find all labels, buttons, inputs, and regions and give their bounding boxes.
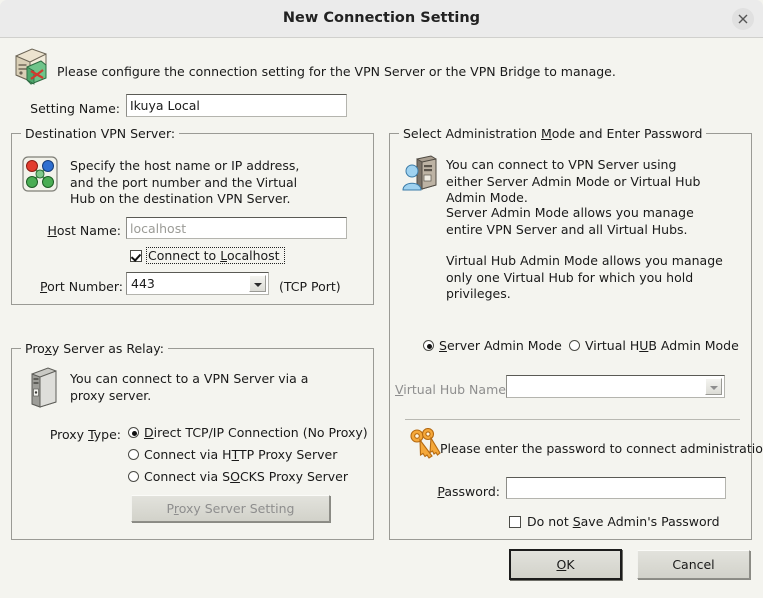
password-input[interactable] — [506, 477, 726, 499]
port-number-label: Port Number: — [40, 279, 123, 294]
port-number-value: 443 — [131, 276, 155, 291]
proxy-option-socks-label: Connect via SOCKS Proxy Server — [144, 469, 348, 484]
proxy-option-http-label: Connect via HTTP Proxy Server — [144, 447, 338, 462]
destination-description: Specify the host name or IP address, and… — [70, 158, 300, 206]
header-description: Please configure the connection setting … — [57, 64, 616, 79]
vpn-server-icon — [10, 44, 50, 86]
destination-group-title: Destination VPN Server: — [21, 126, 180, 141]
computer-tower-icon — [28, 366, 60, 408]
proxy-option-direct-radio[interactable] — [128, 427, 139, 438]
close-icon[interactable] — [732, 8, 754, 30]
setting-name-label: Setting Name: — [30, 101, 120, 116]
password-label: Password: — [437, 484, 500, 499]
mode-option-server-admin-radio[interactable] — [423, 340, 434, 351]
mode-option-server-admin-label: Server Admin Mode — [439, 338, 562, 353]
virtual-hub-name-combo[interactable] — [506, 375, 725, 398]
keys-icon — [407, 427, 443, 462]
proxy-type-label: Proxy Type: — [49, 427, 121, 442]
proxy-description: You can connect to a VPN Server via a pr… — [70, 371, 309, 403]
ok-button-label: OK — [556, 557, 575, 572]
cancel-button[interactable]: Cancel — [637, 550, 750, 579]
port-suffix-label: (TCP Port) — [279, 279, 341, 294]
connect-localhost-checkbox[interactable]: Connect to Localhost — [130, 247, 290, 265]
proxy-option-direct-label: Direct TCP/IP Connection (No Proxy) — [144, 425, 368, 440]
window-titlebar: New Connection Setting — [0, 0, 763, 38]
mode-option-virtual-hub-admin-radio[interactable] — [569, 340, 580, 351]
host-name-label: Host Name: — [47, 223, 121, 238]
admin-group-title: Select Administration Mode and Enter Pas… — [399, 126, 707, 141]
admin-divider — [405, 419, 740, 420]
do-not-save-password-label: Do not Save Admin's Password — [527, 514, 720, 529]
admin-paragraph-1: You can connect to VPN Server using eith… — [446, 157, 701, 205]
do-not-save-password-box[interactable] — [509, 516, 521, 528]
admin-paragraph-3: Virtual Hub Admin Mode allows you manage… — [446, 253, 723, 301]
chevron-down-icon[interactable] — [249, 275, 266, 292]
password-prompt: Please enter the password to connect adm… — [440, 441, 763, 456]
connect-localhost-label: Connect to Localhost — [148, 248, 280, 263]
cancel-button-label: Cancel — [672, 557, 715, 572]
window-title: New Connection Setting — [282, 10, 481, 26]
virtual-hub-icon — [22, 156, 58, 192]
host-name-label-text: ost Name: — [56, 223, 121, 238]
ok-button[interactable]: OK — [509, 549, 622, 580]
proxy-option-http-radio[interactable] — [128, 449, 139, 460]
admin-user-server-icon — [400, 154, 440, 194]
setting-name-input[interactable] — [126, 94, 347, 117]
port-number-combo[interactable]: 443 — [126, 272, 269, 295]
proxy-group-title: Proxy Server as Relay: — [21, 341, 168, 356]
chevron-down-icon-hub[interactable] — [705, 378, 722, 395]
proxy-option-socks-radio[interactable] — [128, 471, 139, 482]
proxy-server-setting-label: Proxy Server Setting — [166, 501, 295, 516]
host-name-input[interactable] — [126, 217, 347, 239]
proxy-server-setting-button[interactable]: Proxy Server Setting — [131, 495, 330, 522]
connect-localhost-box[interactable] — [130, 250, 142, 262]
virtual-hub-name-label: Virtual Hub Name: — [395, 382, 511, 397]
admin-paragraph-2: Server Admin Mode allows you manage enti… — [446, 205, 694, 237]
mode-option-virtual-hub-admin-label: Virtual HUB Admin Mode — [585, 338, 739, 353]
port-number-label-text: ort Number: — [47, 279, 123, 294]
